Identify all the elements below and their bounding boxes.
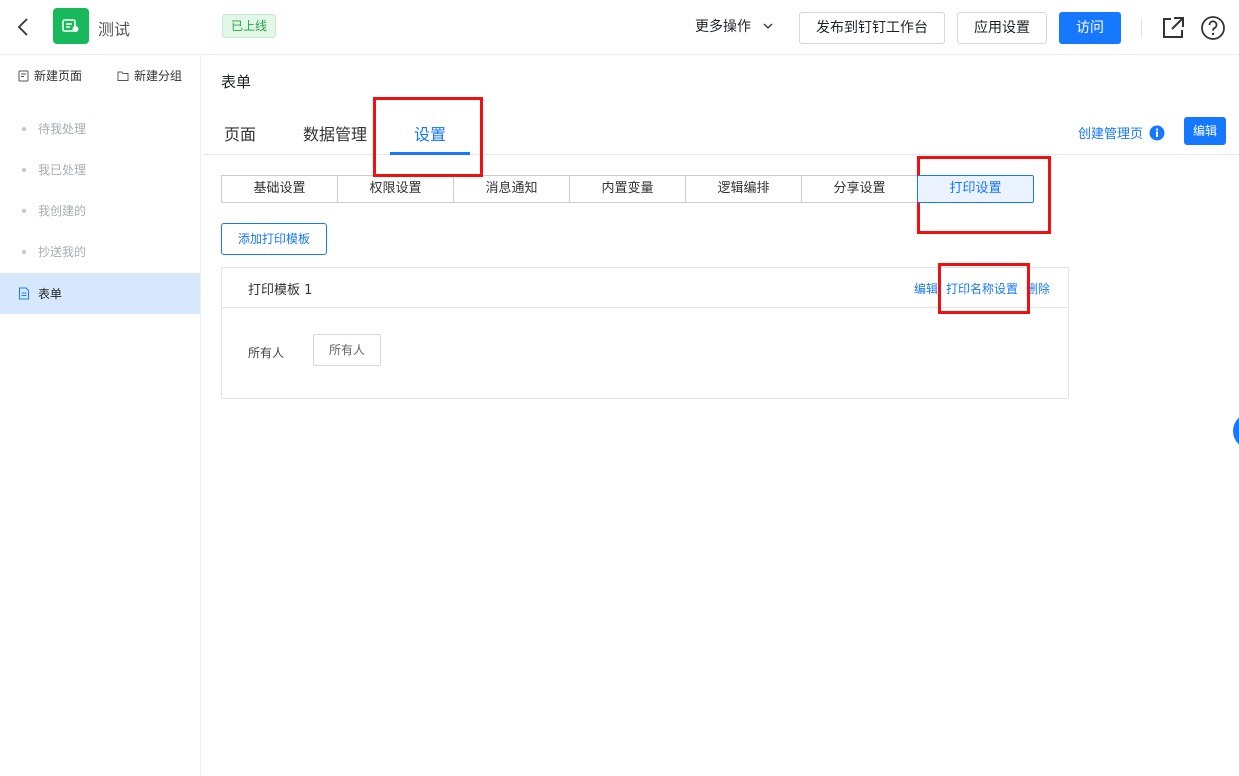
visit-button[interactable]: 访问	[1059, 12, 1121, 44]
new-group-label: 新建分组	[134, 69, 183, 83]
page-title: 表单	[221, 73, 252, 91]
sidebar-item-label: 我创建的	[38, 204, 87, 218]
more-actions-dropdown[interactable]: 更多操作	[695, 16, 773, 36]
tab-logic-orchestration[interactable]: 逻辑编排	[685, 175, 802, 203]
tab-message-notification[interactable]: 消息通知	[453, 175, 570, 203]
bullet	[22, 249, 26, 254]
status-badge: 已上线	[222, 14, 277, 38]
app-settings-button[interactable]: 应用设置	[957, 12, 1047, 44]
print-template-actions: 编辑 打印名称设置 删除	[914, 280, 1050, 297]
settings-tabs: 基础设置 权限设置 消息通知 内置变量 逻辑编排 分享设置 打印设置	[221, 175, 1034, 203]
floating-help-button[interactable]	[1233, 413, 1239, 449]
template-delete-link[interactable]: 删除	[1026, 280, 1050, 297]
app-name: 测试	[98, 20, 131, 39]
info-icon	[1149, 125, 1165, 140]
app-logo-icon	[62, 19, 79, 32]
bullet	[22, 208, 26, 213]
sidebar-item-label: 表单	[38, 287, 63, 301]
sidebar: 新建页面 新建分组 待我处理 我已处理 我创建的 抄送我的 表单	[0, 56, 201, 776]
print-template-card: 打印模板 1 编辑 打印名称设置 删除 所有人 所有人	[221, 267, 1069, 399]
sidebar-item-label: 待我处理	[38, 122, 87, 136]
sidebar-item-form[interactable]: 表单	[0, 273, 200, 314]
new-page-label: 新建页面	[34, 69, 83, 83]
top-bar: 测试 已上线 更多操作 发布到钉钉工作台 应用设置 访问	[0, 0, 1239, 55]
create-management-page-label: 创建管理页	[1078, 127, 1144, 142]
external-link-icon[interactable]	[1160, 15, 1186, 41]
edit-button[interactable]: 编辑	[1184, 117, 1226, 145]
create-management-page-link[interactable]: 创建管理页	[1078, 123, 1165, 142]
new-folder-icon	[117, 71, 129, 81]
publish-to-dingtalk-button[interactable]: 发布到钉钉工作台	[799, 12, 945, 44]
new-group-button[interactable]: 新建分组	[117, 67, 182, 84]
sidebar-item-label: 抄送我的	[38, 245, 87, 259]
more-actions-label: 更多操作	[695, 19, 751, 35]
print-template-header: 打印模板 1 编辑 打印名称设置 删除	[222, 268, 1068, 308]
print-name-settings-link[interactable]: 打印名称设置	[946, 280, 1018, 297]
owner-value-tag: 所有人	[313, 334, 381, 366]
tab-share-settings[interactable]: 分享设置	[801, 175, 918, 203]
tab-pages[interactable]: 页面	[224, 121, 256, 145]
sidebar-item-processed[interactable]: 我已处理	[0, 149, 200, 190]
app-logo	[53, 8, 89, 44]
add-print-template-button[interactable]: 添加打印模板	[221, 223, 327, 255]
tab-permission-settings[interactable]: 权限设置	[337, 175, 454, 203]
tab-active-indicator	[390, 152, 470, 155]
chevron-down-icon	[763, 23, 773, 29]
help-icon[interactable]	[1200, 15, 1226, 41]
sidebar-item-pending[interactable]: 待我处理	[0, 108, 200, 149]
print-template-title: 打印模板 1	[248, 283, 313, 298]
tab-settings[interactable]: 设置	[414, 121, 446, 145]
tab-builtin-variables[interactable]: 内置变量	[569, 175, 686, 203]
bullet	[22, 167, 26, 172]
back-arrow-icon[interactable]	[14, 16, 34, 38]
form-doc-icon	[19, 287, 29, 300]
tab-basic-settings[interactable]: 基础设置	[221, 175, 338, 203]
owner-label: 所有人	[248, 346, 285, 360]
sidebar-item-cc[interactable]: 抄送我的	[0, 231, 200, 272]
sidebar-item-label: 我已处理	[38, 163, 87, 177]
template-edit-link[interactable]: 编辑	[914, 280, 938, 297]
bullet	[22, 126, 26, 131]
new-page-button[interactable]: 新建页面	[18, 67, 82, 84]
sidebar-item-created[interactable]: 我创建的	[0, 190, 200, 231]
tab-print-settings[interactable]: 打印设置	[917, 175, 1034, 203]
tab-data-management[interactable]: 数据管理	[303, 121, 367, 145]
new-page-icon	[18, 70, 29, 81]
divider	[1141, 18, 1142, 38]
